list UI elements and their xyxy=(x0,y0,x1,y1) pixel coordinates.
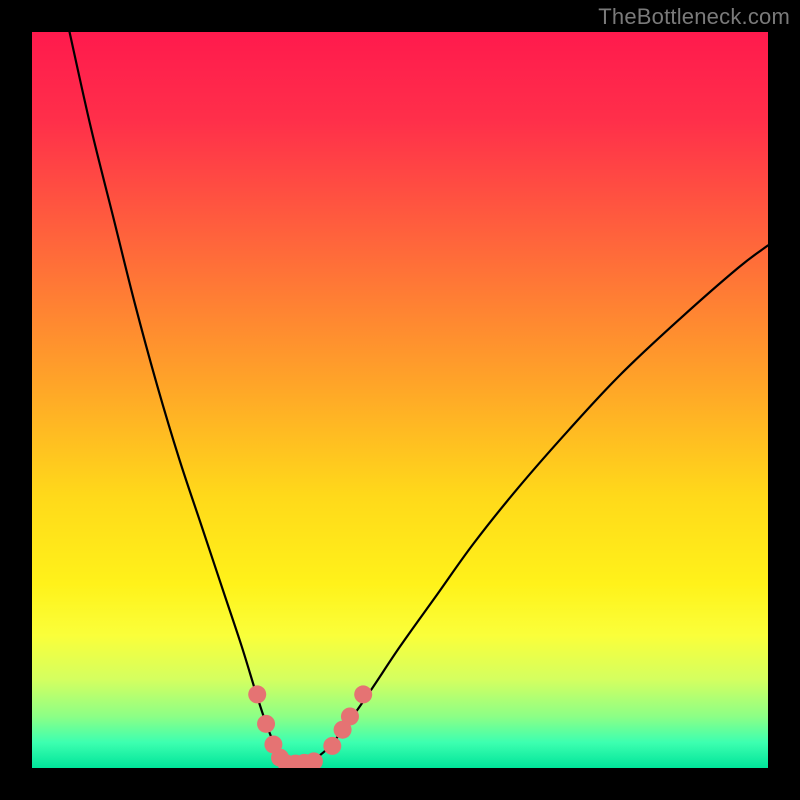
data-marker xyxy=(305,752,323,770)
data-marker xyxy=(354,685,372,703)
data-marker xyxy=(248,685,266,703)
data-marker xyxy=(323,737,341,755)
data-marker xyxy=(341,707,359,725)
gradient-background xyxy=(32,32,768,768)
data-marker xyxy=(257,715,275,733)
bottleneck-chart xyxy=(0,0,800,800)
chart-frame: TheBottleneck.com xyxy=(0,0,800,800)
watermark-text: TheBottleneck.com xyxy=(598,4,790,30)
